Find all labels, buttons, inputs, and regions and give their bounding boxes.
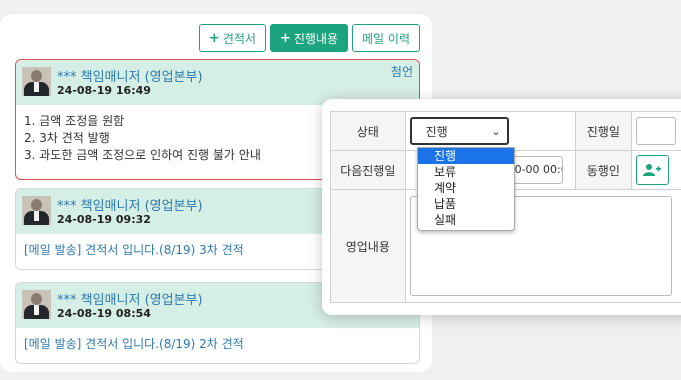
companion-label: 동행인	[575, 150, 632, 190]
status-select[interactable]: 진행 ⌄	[409, 117, 509, 145]
content-label: 영업내용	[330, 189, 406, 303]
add-progress-button[interactable]: + 진행내용	[269, 24, 349, 52]
add-quote-button[interactable]: + 견적서	[198, 24, 266, 52]
add-companion-button[interactable]	[635, 155, 669, 185]
entry-author: *** 책임매니저 (영업본부)	[57, 293, 203, 308]
chevron-down-icon: ⌄	[491, 124, 501, 138]
status-option[interactable]: 보류	[418, 164, 514, 180]
avatar	[22, 290, 51, 319]
status-option[interactable]: 계약	[418, 180, 514, 196]
plus-icon: +	[208, 30, 220, 46]
next-date-label: 다음진행일	[330, 150, 406, 190]
avatar	[22, 67, 51, 96]
entry-author: *** 책임매니저 (영업본부)	[57, 199, 203, 214]
status-option[interactable]: 실패	[418, 212, 514, 228]
add-user-icon	[643, 164, 662, 176]
mail-history-button[interactable]: 메일 이력	[352, 24, 420, 52]
progress-date-input[interactable]	[635, 117, 676, 145]
status-select-value: 진행	[425, 124, 448, 139]
progress-date-label: 진행일	[575, 111, 632, 151]
add-progress-label: 진행내용	[293, 31, 339, 46]
add-quote-label: 견적서	[222, 31, 256, 46]
status-option[interactable]: 진행	[418, 148, 514, 164]
entry-date: 24-08-19 08:54	[57, 307, 151, 320]
entry-date: 24-08-19 09:32	[57, 213, 151, 226]
attachment-link[interactable]: 첨언	[391, 63, 413, 80]
avatar	[22, 196, 51, 225]
mail-history-label: 메일 이력	[362, 31, 410, 46]
status-option[interactable]: 납품	[418, 196, 514, 212]
status-label: 상태	[330, 111, 406, 151]
entry-body: [메일 발송] 견적서 입니다.(8/19) 2차 견적	[16, 328, 419, 361]
toolbar: + 견적서 + 진행내용 메일 이력	[198, 24, 420, 52]
mail-note: [메일 발송] 견적서 입니다.(8/19) 2차 견적	[24, 337, 244, 351]
entry-date: 24-08-19 16:49	[57, 84, 151, 97]
plus-icon: +	[279, 30, 291, 46]
status-dropdown-list: 진행 보류 계약 납품 실패	[417, 147, 515, 231]
entry-author: *** 책임매니저 (영업본부)	[57, 70, 203, 85]
